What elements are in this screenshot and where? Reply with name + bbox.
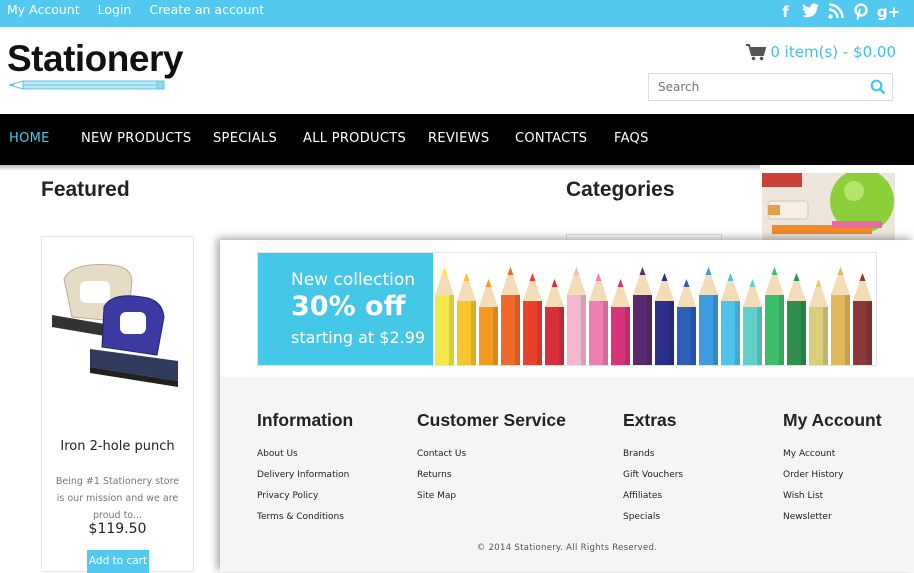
- pencil-graphic: [853, 273, 872, 365]
- footer: Information About Us Delivery Informatio…: [220, 377, 914, 572]
- pencil-graphic: [457, 273, 476, 365]
- footer-link-about-us[interactable]: About Us: [257, 449, 353, 459]
- create-account-link[interactable]: Create an account: [149, 2, 264, 17]
- pencil-graphic: [721, 273, 740, 365]
- footer-column-information: Information About Us Delivery Informatio…: [257, 410, 353, 533]
- nav-shadow: [0, 165, 760, 171]
- pencil-graphic: [787, 273, 806, 365]
- pencil-graphic: [809, 279, 828, 365]
- footer-link-delivery-information[interactable]: Delivery Information: [257, 470, 353, 480]
- footer-link-returns[interactable]: Returns: [417, 470, 566, 480]
- footer-link-privacy-policy[interactable]: Privacy Policy: [257, 491, 353, 501]
- nav-item-faqs[interactable]: FAQS: [614, 131, 649, 146]
- product-image[interactable]: [42, 237, 193, 413]
- pencil-graphic: [831, 267, 850, 365]
- footer-link-my-account[interactable]: My Account: [783, 449, 882, 459]
- nav-item-specials[interactable]: SPECIALS: [213, 131, 277, 146]
- featured-heading: Featured: [41, 178, 130, 201]
- product-card[interactable]: Iron 2-hole punch Being #1 Stationery st…: [41, 236, 194, 573]
- pencil-graphic: [699, 267, 718, 365]
- search-box: [648, 73, 893, 101]
- footer-link-brands[interactable]: Brands: [623, 449, 683, 459]
- colored-pencils-image: [435, 267, 872, 365]
- nav-item-contacts[interactable]: CONTACTS: [515, 131, 587, 146]
- pencil-graphic: [765, 267, 784, 365]
- top-links: My Account Login Create an account: [7, 2, 278, 17]
- login-link[interactable]: Login: [98, 2, 132, 17]
- footer-link-newsletter[interactable]: Newsletter: [783, 512, 882, 522]
- footer-link-gift-vouchers[interactable]: Gift Vouchers: [623, 470, 683, 480]
- pencil-graphic: [677, 279, 696, 365]
- search-icon[interactable]: [870, 79, 886, 95]
- pencil-graphic: [545, 279, 564, 365]
- pencil-graphic: [611, 279, 630, 365]
- footer-column-customer-service: Customer Service Contact Us Returns Site…: [417, 410, 566, 512]
- add-to-cart-button[interactable]: Add to cart: [87, 550, 149, 573]
- product-name[interactable]: Iron 2-hole punch: [42, 439, 193, 454]
- site-logo[interactable]: Stationery: [5, 38, 190, 96]
- nav-item-all-products[interactable]: ALL PRODUCTS: [303, 131, 406, 146]
- pencil-graphic: [501, 267, 520, 365]
- footer-link-contact-us[interactable]: Contact Us: [417, 449, 566, 459]
- copyright-text: © 2014 Stationery. All Rights Reserved.: [476, 543, 658, 553]
- sidebar-banner-image[interactable]: [762, 173, 895, 240]
- search-input[interactable]: [656, 79, 865, 95]
- promo-line-1: New collection: [291, 270, 416, 290]
- footer-column-extras: Extras Brands Gift Vouchers Affiliates S…: [623, 410, 683, 533]
- cart-icon: [746, 43, 767, 60]
- pencil-graphic: [633, 267, 652, 365]
- pencil-logo-icon: [9, 80, 165, 90]
- overlay-panel: New collection 30% off starting at $2.99…: [220, 240, 914, 572]
- main-nav: HOME NEW PRODUCTS SPECIALS ALL PRODUCTS …: [0, 114, 914, 165]
- google-plus-icon[interactable]: g+: [877, 3, 900, 21]
- top-bar: My Account Login Create an account f g+: [0, 0, 914, 27]
- my-account-link[interactable]: My Account: [7, 2, 80, 17]
- pencil-graphic: [655, 273, 674, 365]
- facebook-icon[interactable]: f: [777, 3, 794, 21]
- pencil-graphic: [435, 267, 454, 365]
- footer-link-wish-list[interactable]: Wish List: [783, 491, 882, 501]
- logo-text: Stationery: [7, 38, 183, 79]
- nav-item-reviews[interactable]: REVIEWS: [428, 131, 489, 146]
- footer-heading-my-account: My Account: [783, 410, 882, 430]
- footer-heading-extras: Extras: [623, 410, 677, 430]
- footer-link-order-history[interactable]: Order History: [783, 470, 882, 480]
- rss-icon[interactable]: [827, 3, 844, 21]
- product-description: Being #1 Stationery store is our mission…: [55, 476, 180, 521]
- cart-text: 0 item(s) - $0.00: [770, 43, 896, 61]
- social-icons: f g+: [777, 3, 900, 21]
- promo-line-2: 30% off: [291, 291, 406, 322]
- cart-summary[interactable]: 0 item(s) - $0.00: [746, 43, 896, 61]
- pencil-graphic: [567, 267, 586, 365]
- footer-column-my-account: My Account My Account Order History Wish…: [783, 410, 882, 533]
- pencil-graphic: [743, 279, 762, 365]
- footer-heading-information: Information: [257, 410, 354, 430]
- pencil-graphic: [523, 273, 542, 365]
- pinterest-icon[interactable]: [852, 3, 869, 21]
- pencil-graphic: [479, 279, 498, 365]
- footer-link-specials[interactable]: Specials: [623, 512, 683, 522]
- twitter-icon[interactable]: [802, 3, 819, 21]
- pencil-graphic: [589, 273, 608, 365]
- footer-link-terms-conditions[interactable]: Terms & Conditions: [257, 512, 353, 522]
- footer-link-affiliates[interactable]: Affiliates: [623, 491, 683, 501]
- promo-banner[interactable]: New collection 30% off starting at $2.99: [257, 252, 877, 366]
- nav-item-home[interactable]: HOME: [9, 131, 50, 146]
- categories-heading: Categories: [566, 178, 675, 201]
- footer-heading-customer-service: Customer Service: [417, 410, 566, 430]
- promo-text-block: New collection 30% off starting at $2.99: [258, 253, 433, 365]
- nav-item-new-products[interactable]: NEW PRODUCTS: [81, 131, 191, 146]
- promo-line-3: starting at $2.99: [291, 328, 426, 347]
- product-price: $119.50: [88, 521, 147, 537]
- footer-link-site-map[interactable]: Site Map: [417, 491, 566, 501]
